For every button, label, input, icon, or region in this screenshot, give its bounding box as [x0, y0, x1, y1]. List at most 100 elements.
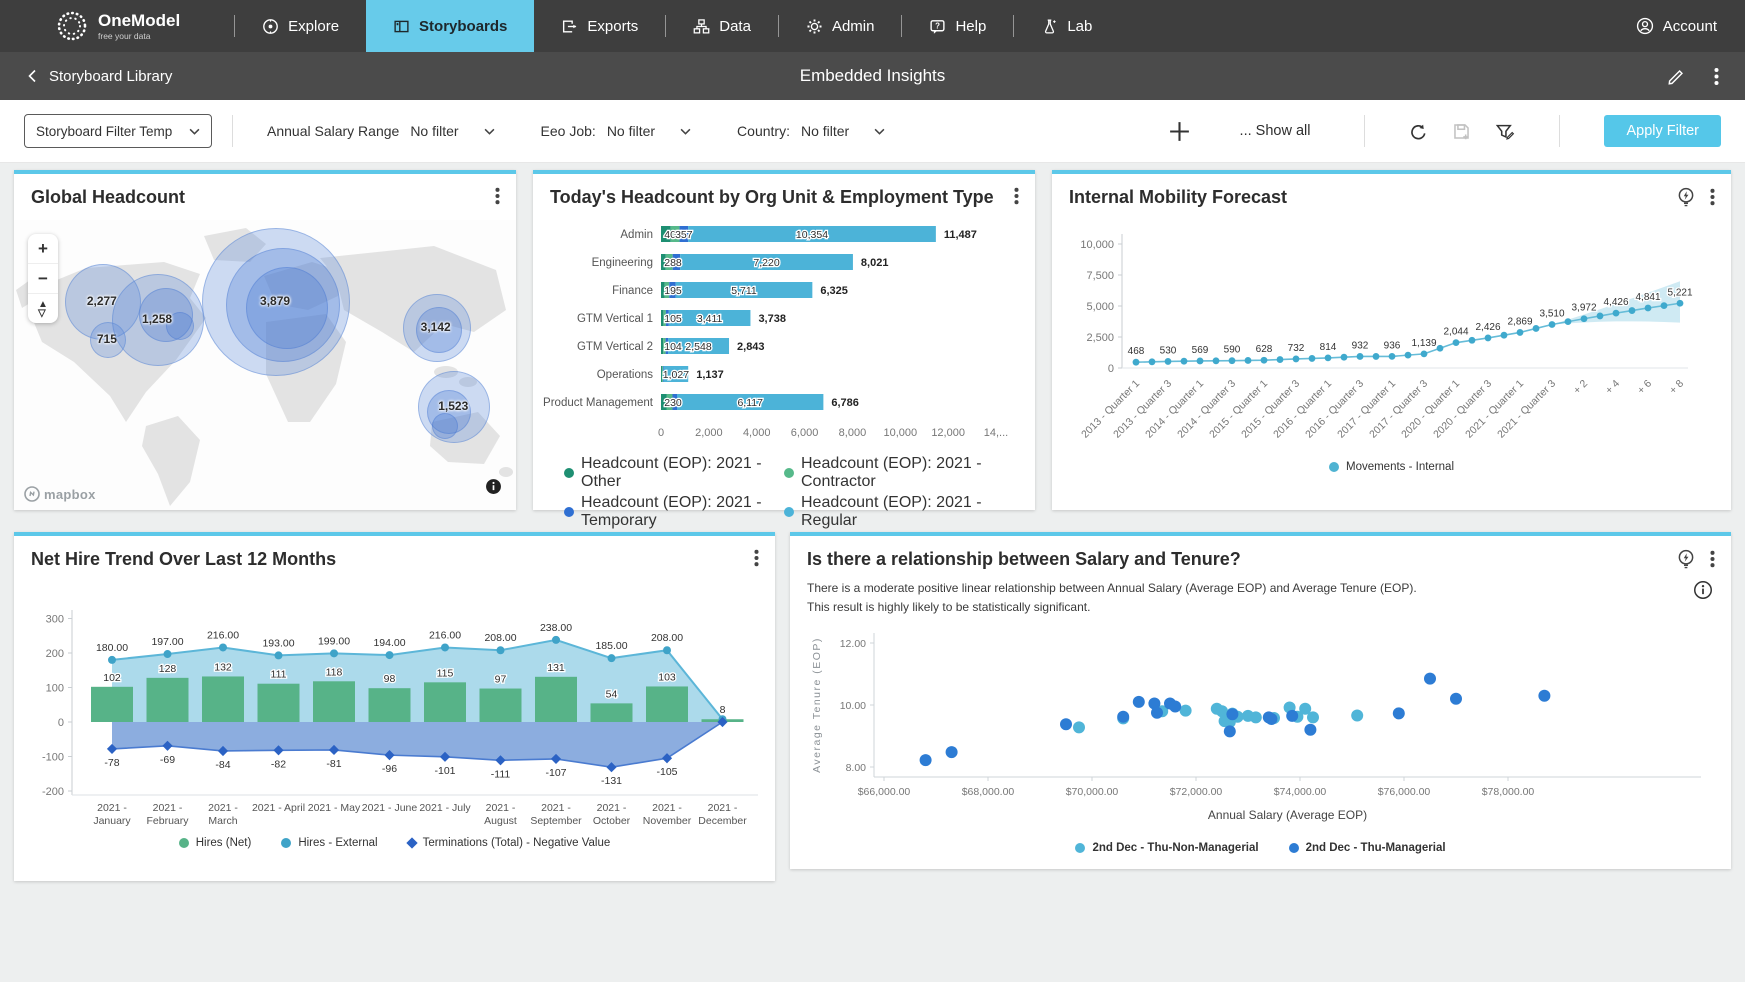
card-kebab-icon[interactable]	[1014, 187, 1019, 205]
info-icon[interactable]	[1693, 580, 1713, 600]
svg-text:2015 - Quarter 1: 2015 - Quarter 1	[1207, 378, 1270, 441]
svg-text:-200: -200	[42, 786, 64, 798]
data-point	[1538, 690, 1550, 702]
svg-text:2021 - Quarter 3: 2021 - Quarter 3	[1495, 378, 1558, 441]
undo-icon[interactable]	[1409, 122, 1428, 141]
svg-text:4,841: 4,841	[1635, 292, 1660, 303]
legend-label: Headcount (EOP): 2021 - Temporary	[581, 494, 784, 530]
svg-text:132: 132	[214, 661, 232, 673]
legend-item[interactable]: Headcount (EOP): 2021 - Regular	[784, 494, 1004, 530]
legend-item[interactable]: Hires - External	[281, 837, 377, 849]
nav-item-explore[interactable]: Explore	[235, 0, 366, 52]
card-kebab-icon[interactable]	[1710, 550, 1715, 568]
data-point	[1060, 718, 1072, 730]
data-point	[1197, 358, 1204, 365]
show-all-link[interactable]: ... Show all	[1240, 123, 1311, 139]
back-chevron-icon	[26, 68, 38, 84]
map-tilt-button[interactable]: ▲▽	[28, 294, 58, 323]
insight-bulb-icon[interactable]	[1676, 549, 1696, 569]
svg-text:2014 - Quarter 3: 2014 - Quarter 3	[1175, 378, 1238, 441]
page-title: Embedded Insights	[800, 66, 946, 86]
data-point	[1151, 707, 1163, 719]
nav-item-label: Admin	[832, 18, 875, 35]
back-to-library[interactable]: Storyboard Library	[26, 68, 172, 85]
nav-item-storyboards[interactable]: Storyboards	[366, 0, 534, 52]
bar	[424, 682, 466, 722]
embedded-insights-page: OneModel free your data ExploreStoryboar…	[0, 0, 1745, 982]
svg-text:180.00: 180.00	[96, 642, 128, 654]
svg-text:199.00: 199.00	[318, 635, 350, 647]
mapbox-attribution[interactable]: mapbox	[24, 486, 96, 502]
insight-bulb-icon[interactable]	[1676, 187, 1696, 207]
legend-item[interactable]: Headcount (EOP): 2021 - Temporary	[564, 494, 784, 530]
salary-tenure-card: Is there a relationship between Salary a…	[790, 532, 1731, 869]
svg-text:118: 118	[326, 666, 343, 678]
data-point	[1224, 725, 1236, 737]
filter-country[interactable]: Country:No filter	[737, 123, 885, 139]
map-bubble[interactable]	[112, 274, 204, 366]
data-point	[1245, 357, 1252, 364]
svg-text:Average Tenure (EOP): Average Tenure (EOP)	[811, 637, 823, 773]
svg-text:2020 - Quarter 1: 2020 - Quarter 1	[1399, 378, 1462, 441]
legend-item[interactable]: Headcount (EOP): 2021 - Other	[564, 455, 784, 491]
legend-item[interactable]: Terminations (Total) - Negative Value	[408, 837, 611, 849]
org-headcount-chart[interactable]: Admin40535710,35411,487Engineering2887,2…	[533, 208, 1035, 453]
nav-item-help[interactable]: ?Help	[902, 0, 1013, 52]
card-kebab-icon[interactable]	[754, 549, 759, 567]
legend-item[interactable]: Headcount (EOP): 2021 - Contractor	[784, 455, 1004, 491]
world-map[interactable]: 2,2777151,2583,8793,1421,523 + − ▲▽ mapb…	[14, 220, 516, 510]
scatter-chart[interactable]: 12.0010.008.00$66,000.00$68,000.00$70,00…	[790, 617, 1731, 844]
data-point	[441, 643, 449, 651]
filter-edit-icon[interactable]	[1495, 122, 1515, 141]
bar	[369, 688, 411, 722]
legend-label: Headcount (EOP): 2021 - Other	[581, 455, 784, 491]
data-point	[1389, 353, 1396, 360]
svg-text:216.00: 216.00	[207, 629, 239, 641]
forecast-chart[interactable]: 10,0007,5005,0002,50004682013 - Quarter …	[1052, 208, 1731, 465]
map-info-icon[interactable]	[485, 478, 502, 500]
data-point	[1309, 355, 1316, 362]
filter-annual-salary-range[interactable]: Annual Salary RangeNo filter	[267, 123, 495, 139]
svg-text:103: 103	[658, 671, 676, 683]
header-kebab-icon[interactable]	[1714, 67, 1719, 86]
storyboard-header: Storyboard Library Embedded Insights	[0, 52, 1745, 100]
svg-text:97: 97	[495, 674, 507, 686]
svg-text:-82: -82	[271, 758, 286, 770]
card-kebab-icon[interactable]	[495, 187, 500, 205]
svg-text:468: 468	[1128, 346, 1145, 357]
nav-item-exports[interactable]: Exports	[534, 0, 665, 52]
add-filter-button[interactable]	[1167, 119, 1192, 144]
card-kebab-icon[interactable]	[1710, 188, 1715, 206]
storyboard-filter-template-select[interactable]: Storyboard Filter Temp	[24, 114, 212, 148]
save-filter-icon[interactable]	[1452, 122, 1471, 141]
svg-text:2020 - Quarter 3: 2020 - Quarter 3	[1431, 378, 1494, 441]
map-zoom-in-button[interactable]: +	[28, 234, 58, 264]
nav-account[interactable]: Account	[1608, 0, 1745, 52]
filter-eeo-job[interactable]: Eeo Job:No filter	[541, 123, 692, 139]
data-point	[552, 636, 560, 644]
legend-item[interactable]: Movements - Internal	[1329, 461, 1454, 473]
map-zoom-out-button[interactable]: −	[28, 264, 58, 294]
net-hire-chart[interactable]: 3002001000-100-200180.00197.00216.00193.…	[14, 570, 775, 835]
svg-text:2,548: 2,548	[685, 341, 711, 353]
svg-text:+ 8: + 8	[1667, 378, 1686, 397]
legend-item[interactable]: Hires (Net)	[179, 837, 252, 849]
bar	[480, 689, 522, 722]
svg-text:11,487: 11,487	[944, 229, 977, 241]
onemodel-logo[interactable]: OneModel free your data	[0, 0, 198, 52]
svg-text:GTM Vertical 1: GTM Vertical 1	[577, 313, 653, 325]
map-bubble[interactable]	[403, 294, 471, 362]
data-point	[108, 656, 116, 664]
map-bubble[interactable]	[202, 228, 350, 376]
nav-item-data[interactable]: Data	[666, 0, 778, 52]
svg-text:590: 590	[1224, 345, 1241, 356]
nav-item-lab[interactable]: Lab	[1014, 0, 1119, 52]
legend-item[interactable]: 2nd Dec - Thu-Managerial	[1289, 842, 1446, 854]
nav-item-label: Lab	[1067, 18, 1092, 35]
edit-pencil-icon[interactable]	[1667, 67, 1686, 86]
data-point	[1517, 329, 1524, 336]
nav-item-admin[interactable]: Admin	[779, 0, 902, 52]
legend-item[interactable]: 2nd Dec - Thu-Non-Managerial	[1075, 842, 1258, 854]
apply-filter-button[interactable]: Apply Filter	[1604, 115, 1721, 147]
map-bubble[interactable]	[418, 371, 490, 443]
